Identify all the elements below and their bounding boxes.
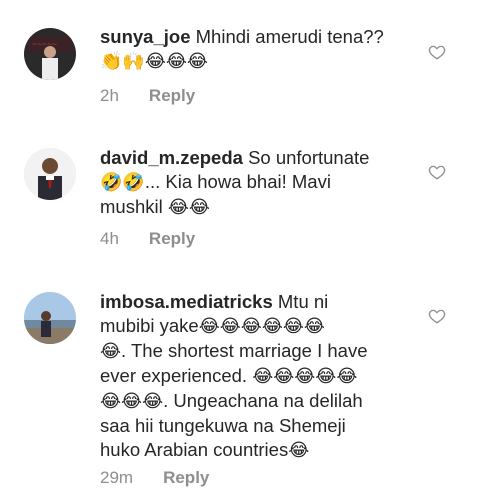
comment-message: ... Kia howa bhai! Mavi <box>144 171 331 192</box>
comment-text: david_m.zepeda So unfortunate 🤣🤣... Kia … <box>100 146 420 220</box>
comment-item: ~~~~~ sunya_joe Mhindi amerudi tena?? 👏🙌… <box>0 0 480 120</box>
comment-emojis: 😂😂 <box>167 197 210 218</box>
avatar-image <box>24 292 76 344</box>
comment-emojis: 😂😂😂😂😂 <box>252 366 358 387</box>
comment-message: huko Arabian countries <box>100 439 289 460</box>
comment-emojis: 😂😂😂😂😂😂 <box>198 316 325 337</box>
heart-outline-icon[interactable] <box>428 307 446 325</box>
heart-outline-icon[interactable] <box>428 43 446 61</box>
comment-item: david_m.zepeda So unfortunate 🤣🤣... Kia … <box>0 140 480 260</box>
avatar-image: ~~~~~ <box>24 28 76 80</box>
comment-emojis: 😂 <box>288 440 310 461</box>
reply-button[interactable]: Reply <box>163 468 209 488</box>
comment-timestamp: 2h <box>100 86 119 105</box>
comment-emojis: 😂 <box>100 341 122 362</box>
comment-message: Mhindi amerudi tena?? <box>195 26 384 47</box>
avatar-image <box>24 148 76 200</box>
comment-username[interactable]: imbosa.mediatricks <box>100 291 273 312</box>
comment-message: saa hii tungekuwa na Shemeji <box>100 415 346 436</box>
comment-message: So unfortunate <box>248 147 370 168</box>
comment-message: . Ungeachana na delilah <box>163 390 363 411</box>
comment-text: imbosa.mediatricks Mtu ni mubibi yake😂😂😂… <box>100 290 420 463</box>
reply-button[interactable]: Reply <box>149 229 195 249</box>
svg-text:~~~~~: ~~~~~ <box>32 41 57 48</box>
comment-text: sunya_joe Mhindi amerudi tena?? 👏🙌😂😂😂 <box>100 25 420 74</box>
comment-message: ever experienced. <box>100 365 248 386</box>
comment-message: mubibi yake <box>100 315 199 336</box>
avatar[interactable] <box>24 292 76 344</box>
comment-emojis: 👏🙌😂😂😂 <box>100 51 208 72</box>
comment-meta: 2h Reply <box>100 86 195 106</box>
heart-outline-icon[interactable] <box>428 163 446 181</box>
comment-username[interactable]: sunya_joe <box>100 26 191 47</box>
comment-item: imbosa.mediatricks Mtu ni mubibi yake😂😂😂… <box>0 282 480 502</box>
comment-emojis: 🤣🤣 <box>100 172 145 193</box>
comment-emojis: 😂😂😂 <box>100 391 164 412</box>
comment-timestamp: 29m <box>100 468 134 487</box>
avatar[interactable] <box>24 148 76 200</box>
comment-meta: 4h Reply <box>100 229 195 249</box>
comment-username[interactable]: david_m.zepeda <box>100 147 243 168</box>
comment-timestamp: 4h <box>100 229 119 248</box>
comment-message: mushkil <box>100 196 163 217</box>
reply-button[interactable]: Reply <box>149 86 195 106</box>
comment-meta: 29m Reply <box>100 468 209 488</box>
avatar[interactable]: ~~~~~ <box>24 28 76 80</box>
comment-message: Mtu ni <box>277 291 329 312</box>
comment-message: . The shortest marriage I have <box>121 340 368 361</box>
